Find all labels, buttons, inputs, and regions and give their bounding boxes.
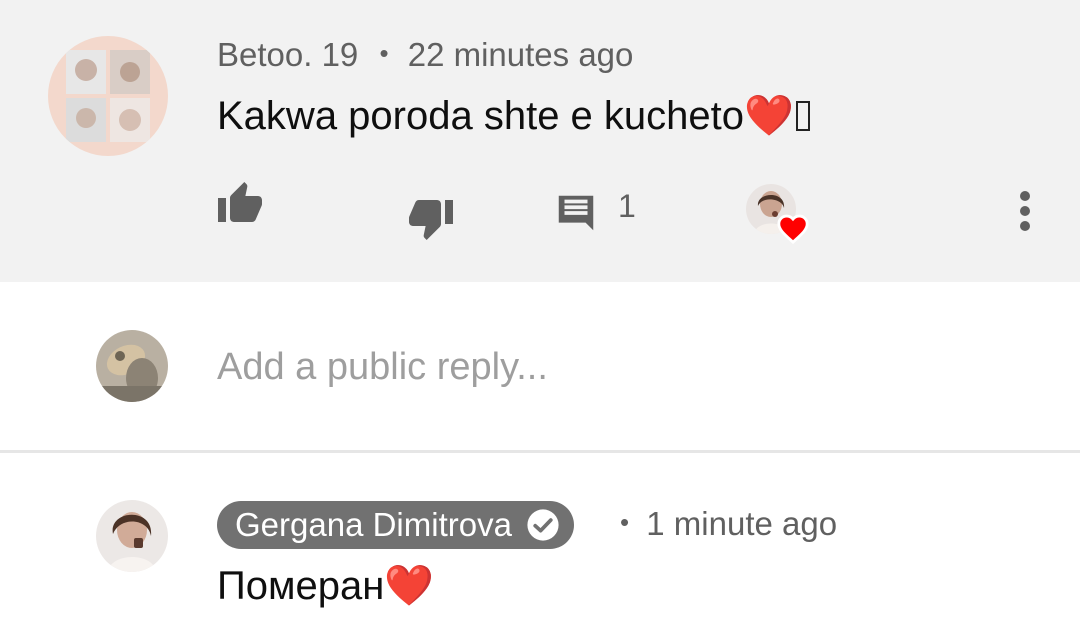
comment-thread: Betoo. 19 • 22 minutes ago Kakwa poroda …: [0, 0, 1080, 282]
creator-avatar[interactable]: [96, 500, 168, 572]
more-options-button[interactable]: [1010, 188, 1040, 234]
reply-body: Померан❤️: [217, 562, 434, 609]
heart-icon: [777, 214, 809, 244]
unrendered-glyph: [795, 101, 810, 131]
reply-count[interactable]: 1: [618, 188, 636, 225]
meta-separator: •: [379, 38, 389, 68]
heart-emoji: ❤️: [384, 564, 435, 608]
comment-text: Kakwa poroda shte e kucheto: [217, 94, 745, 138]
comment-author[interactable]: Betoo. 19: [217, 36, 358, 73]
like-button[interactable]: [215, 180, 265, 228]
comment-header: Betoo. 19 • 22 minutes ago: [217, 36, 633, 74]
heart-emoji: ❤️: [744, 94, 794, 138]
commenter-avatar[interactable]: [48, 36, 168, 156]
meta-separator: •: [620, 507, 630, 537]
channel-name-badge[interactable]: Gergana Dimitrova: [217, 501, 574, 549]
comment-icon: [558, 195, 594, 231]
thumb-down-icon: [409, 200, 453, 240]
reply-input[interactable]: Add a public reply...: [217, 346, 1017, 389]
user-avatar: [96, 330, 168, 402]
reply-header: • 1 minute ago: [620, 505, 837, 543]
divider: [0, 450, 1080, 453]
channel-name: Gergana Dimitrova: [235, 506, 512, 543]
thumb-up-icon: [218, 182, 262, 222]
reply-timestamp[interactable]: 1 minute ago: [646, 505, 837, 542]
comment-body: Kakwa poroda shte e kucheto❤️: [217, 92, 810, 139]
dislike-button[interactable]: [405, 194, 457, 242]
creator-heart-badge: [746, 184, 810, 248]
more-vert-icon: [1020, 191, 1030, 231]
reply-text: Померан: [217, 564, 385, 608]
reply-button[interactable]: [553, 190, 599, 236]
comment-timestamp[interactable]: 22 minutes ago: [408, 36, 634, 73]
verified-check-icon: [527, 509, 559, 541]
